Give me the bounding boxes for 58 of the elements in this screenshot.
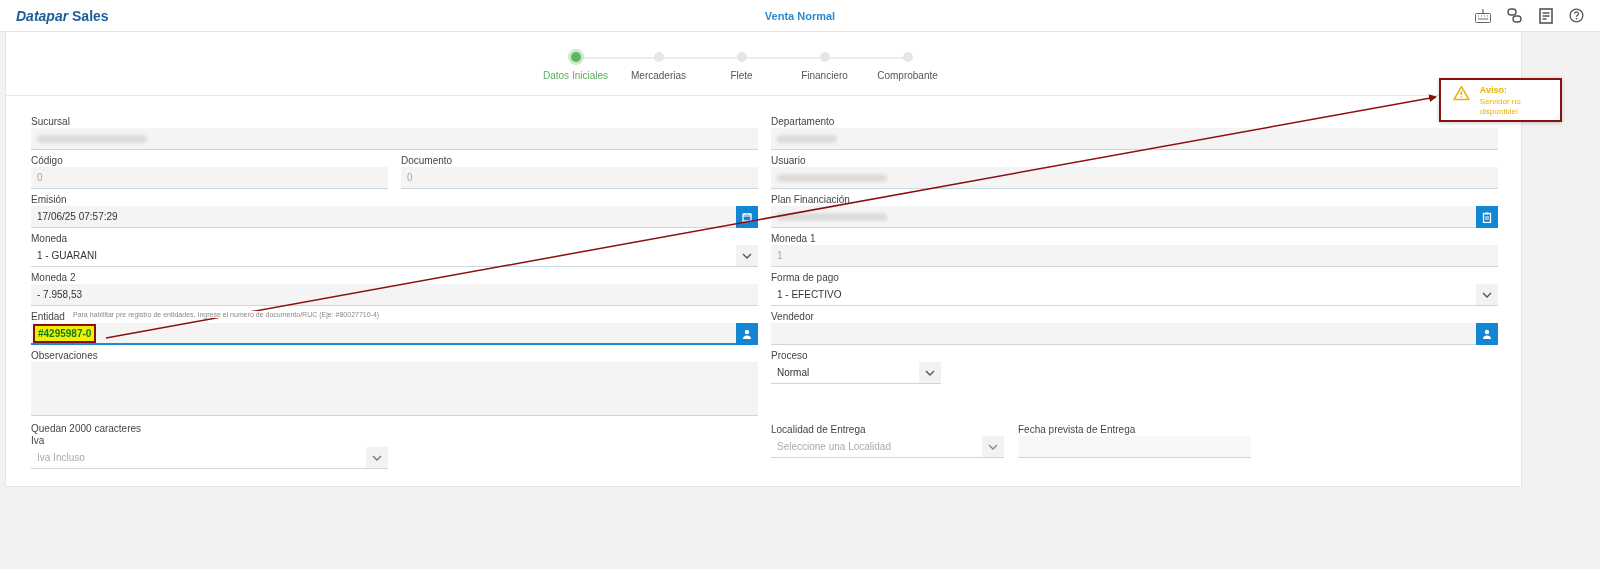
form-icon[interactable]: [1539, 7, 1553, 24]
field-label: Fecha prevista de Entrega: [1018, 424, 1136, 436]
chat-icon[interactable]: [1507, 7, 1523, 24]
department-field[interactable]: [771, 128, 1498, 150]
chevron-down-icon: [925, 369, 935, 376]
field-label: Usuario: [771, 155, 806, 167]
field-label: Localidad de Entrega: [771, 424, 866, 436]
process-select[interactable]: Normal: [771, 362, 941, 384]
step-label[interactable]: Mercaderias: [631, 70, 686, 81]
field-label: Emisión: [31, 194, 67, 206]
field-label: Entidad: [31, 311, 65, 323]
help-icon[interactable]: [1569, 8, 1584, 23]
date-field[interactable]: 17/06/25 07:57:29: [31, 206, 736, 228]
keyboard-icon[interactable]: [1475, 8, 1491, 23]
field-label: Moneda 1: [771, 233, 816, 245]
person-button[interactable]: [1476, 323, 1498, 345]
clipboard-icon: [1482, 211, 1492, 223]
calendar-button[interactable]: [736, 206, 758, 228]
field-label: Departamento: [771, 116, 835, 128]
person-button[interactable]: [736, 323, 758, 345]
chevron-down-icon: [742, 252, 752, 259]
app-logo: Datapar Sales: [16, 7, 109, 24]
moneda-select[interactable]: 1 - GUARANI: [31, 245, 758, 267]
payment-select[interactable]: 1 - EFECTIVO: [771, 284, 1498, 306]
user-field[interactable]: [771, 167, 1498, 189]
field-label: Documento: [401, 155, 453, 167]
seller-field[interactable]: [771, 323, 1476, 345]
warning-icon: [1453, 85, 1470, 101]
chevron-down-icon: [988, 443, 998, 450]
moneda2-field[interactable]: - 7.958,53: [31, 284, 758, 306]
field-label: Sucursal: [31, 116, 70, 128]
chevron-down-icon: [1482, 291, 1492, 298]
field-label: Vendedor: [771, 311, 814, 323]
page-title: Venta Normal: [764, 9, 836, 22]
field-label: Observaciones: [31, 350, 98, 362]
step-label[interactable]: Financiero: [801, 70, 848, 81]
person-icon: [1482, 329, 1492, 339]
clipboard-button[interactable]: [1476, 206, 1498, 228]
step-label[interactable]: Flete: [730, 70, 753, 81]
field-label: Proceso: [771, 350, 808, 362]
sucursal-field[interactable]: [31, 128, 758, 150]
field-label: Moneda 2: [31, 272, 76, 284]
field-label: Forma de pago: [771, 272, 839, 284]
field-label: Moneda: [31, 233, 68, 245]
field-label: Código: [31, 155, 63, 167]
field-label: Iva: [31, 435, 45, 447]
alert-message: Servidor no disponible!: [1479, 97, 1522, 117]
alert-title: Aviso:: [1479, 85, 1508, 95]
observations-field[interactable]: [31, 362, 758, 416]
person-icon: [742, 329, 752, 339]
entity-field[interactable]: #4295987-0: [31, 323, 736, 345]
character-counter: Quedan 2000 caracteres: [31, 423, 142, 435]
calendar-icon: [742, 212, 752, 222]
plan-field[interactable]: [771, 206, 1476, 228]
delivery-date-field[interactable]: [1018, 436, 1251, 458]
step-label[interactable]: Comprobante: [877, 70, 938, 81]
field-label: Plan Financiación: [771, 194, 850, 206]
chevron-down-icon: [372, 454, 382, 461]
